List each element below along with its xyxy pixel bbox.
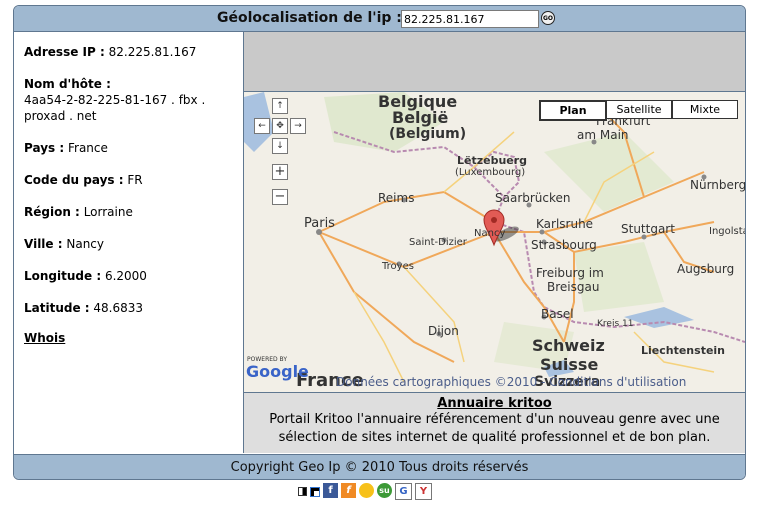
google-logo: Google <box>246 362 309 381</box>
map-label-suisse: Suisse <box>540 355 599 374</box>
longitude-label: Longitude : <box>24 269 102 283</box>
ip-row-value: 82.225.81.167 <box>108 45 197 59</box>
map-label-kreis: Kreis 11 <box>597 319 634 329</box>
ad-description: Portail Kritoo l'annuaire référencement … <box>269 412 720 445</box>
map-label-schweiz: Schweiz <box>532 336 605 355</box>
go-button[interactable]: GO <box>541 11 555 25</box>
map-label-liechtenstein: Liechtenstein <box>641 344 726 357</box>
map-type-plan[interactable]: Plan <box>539 100 607 121</box>
region-row: Région : Lorraine <box>24 204 234 220</box>
latitude-value: 48.6833 <box>93 301 144 315</box>
delicious-icon[interactable] <box>298 487 307 496</box>
longitude-row: Longitude : 6.2000 <box>24 268 234 284</box>
zoom-out-icon[interactable]: − <box>272 189 288 205</box>
region-label: Région : <box>24 205 80 219</box>
map-label-nurnberg: Nürnberg <box>690 178 745 192</box>
country-code-label: Code du pays : <box>24 173 124 187</box>
delicious-blue-icon[interactable] <box>310 487 320 497</box>
friendfeed-icon[interactable]: f <box>341 483 356 498</box>
latitude-label: Latitude : <box>24 301 90 315</box>
longitude-value: 6.2000 <box>104 269 147 283</box>
map-label-freiburg: Freiburg im <box>536 266 604 280</box>
pan-left-icon[interactable]: ← <box>254 118 270 134</box>
map-label-belgium: (Belgium) <box>389 126 467 142</box>
region-value: Lorraine <box>83 205 133 219</box>
pan-down-icon[interactable]: ↓ <box>272 138 288 154</box>
whois-link[interactable]: Whois <box>24 331 65 345</box>
country-code-row: Code du pays : FR <box>24 172 234 188</box>
map-copyright[interactable]: Données cartographiques ©2010 - Conditio… <box>336 375 686 389</box>
host-row: Nom d'hôte : 4aa54-2-82-225-81-167 . fbx… <box>24 76 234 124</box>
header-bar: Géolocalisation de l'ip : GO <box>14 6 745 32</box>
ip-row-label: Adresse IP : <box>24 45 105 59</box>
country-row: Pays : France <box>24 140 234 156</box>
city-label: Ville : <box>24 237 63 251</box>
center-icon[interactable]: ✥ <box>272 118 288 134</box>
map-label-belgie: België <box>392 108 449 127</box>
city-value: Nancy <box>66 237 104 251</box>
map-label-reims: Reims <box>378 191 415 205</box>
main-frame: Géolocalisation de l'ip : GO Adresse IP … <box>13 5 746 480</box>
city-row: Ville : Nancy <box>24 236 234 252</box>
ip-input[interactable] <box>401 10 539 28</box>
map-label-karlsruhe: Karlsruhe <box>536 217 594 231</box>
map-label-augsburg: Augsburg <box>677 262 735 276</box>
share-bar: f f su G Y <box>298 483 432 500</box>
map-label-basel: Basel <box>541 307 574 321</box>
info-panel: Adresse IP : 82.225.81.167 Nom d'hôte : … <box>14 32 244 453</box>
country-row-label: Pays : <box>24 141 65 155</box>
ad-box: Annuaire kritoo Portail Kritoo l'annuair… <box>244 393 745 453</box>
map-type-satellite[interactable]: Satellite <box>606 100 672 119</box>
map-label-strasbourg: Strasbourg <box>531 238 597 252</box>
footer: Copyright Geo Ip © 2010 Tous droits rése… <box>14 454 745 479</box>
map-label-dijon: Dijon <box>428 324 459 338</box>
map[interactable]: Belgique België (Belgium) Lëtzebuerg (Lu… <box>244 92 745 393</box>
ip-label: Géolocalisation de l'ip : <box>217 10 402 26</box>
pan-right-icon[interactable]: → <box>290 118 306 134</box>
ip-row: Adresse IP : 82.225.81.167 <box>24 44 234 60</box>
map-label-am-main: am Main <box>577 128 629 142</box>
yahoo-icon[interactable]: Y <box>415 483 432 500</box>
pan-up-icon[interactable]: ↑ <box>272 98 288 114</box>
ad-title[interactable]: Annuaire kritoo <box>244 396 745 411</box>
map-label-stuttgart: Stuttgart <box>621 222 675 236</box>
yahoo-buzz-icon[interactable] <box>359 483 374 498</box>
gray-banner <box>244 32 745 92</box>
map-label-saarbrucken: Saarbrücken <box>495 191 571 205</box>
stumbleupon-icon[interactable]: su <box>377 483 392 498</box>
map-label-luxembourg: Lëtzebuerg <box>457 154 528 167</box>
map-label-paris: Paris <box>304 216 335 231</box>
map-label-nancy: Nancy <box>474 228 506 239</box>
map-label-troyes: Troyes <box>382 261 414 272</box>
facebook-icon[interactable]: f <box>323 483 338 498</box>
zoom-in-icon[interactable]: + <box>272 164 288 180</box>
map-label-ingolstadt: Ingolsta <box>709 226 745 237</box>
map-label-breisgau: Breisgau <box>547 280 600 294</box>
host-row-value: 4aa54-2-82-225-81-167 . fbx . proxad . n… <box>24 93 206 123</box>
map-type-mixte[interactable]: Mixte <box>672 100 738 119</box>
country-code-value: FR <box>127 173 143 187</box>
host-row-label: Nom d'hôte : <box>24 77 111 91</box>
google-bookmark-icon[interactable]: G <box>395 483 412 500</box>
country-row-value: France <box>67 141 108 155</box>
latitude-row: Latitude : 48.6833 <box>24 300 234 316</box>
map-label-saint-dizier: Saint-Dizier <box>409 237 467 248</box>
map-label-luxembourg2: (Luxembourg) <box>455 167 526 178</box>
